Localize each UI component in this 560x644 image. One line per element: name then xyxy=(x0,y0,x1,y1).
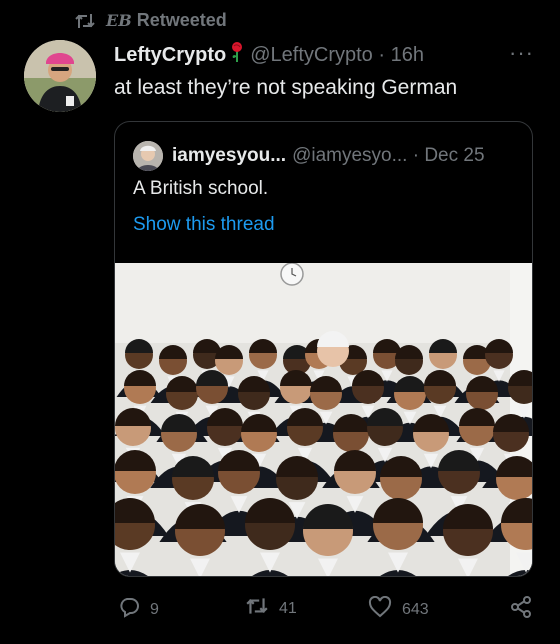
retweeter-name[interactable]: EB xyxy=(106,11,132,30)
reply-icon xyxy=(118,596,140,623)
author-handle[interactable]: @LeftyCrypto xyxy=(250,44,373,67)
tweet-text: at least they’re not speaking German xyxy=(114,76,458,99)
retweet-label: Retweeted xyxy=(136,10,227,30)
tweet-time[interactable]: 16h xyxy=(391,44,424,67)
share-icon xyxy=(510,596,532,623)
retweet-count: 41 xyxy=(279,599,297,617)
like-button[interactable]: 643 xyxy=(368,595,429,623)
separator-dot: · xyxy=(407,145,425,166)
quoted-tweet-date: Dec 25 xyxy=(424,145,485,166)
reply-button[interactable]: 9 xyxy=(118,596,159,623)
tweet-actions: 9 41 643 xyxy=(0,595,560,624)
quoted-author-avatar xyxy=(133,141,163,171)
quoted-tweet-text: A British school. xyxy=(133,178,269,199)
quoted-tweet-header: iamyesyou... @iamyesyo... · Dec 25 xyxy=(133,141,485,171)
retweet-button[interactable]: 41 xyxy=(245,596,297,621)
separator-dot: · xyxy=(372,43,391,66)
retweet-icon xyxy=(245,596,269,621)
quoted-author-name: iamyesyou... xyxy=(172,145,287,166)
retweet-context: EB Retweeted xyxy=(74,10,227,31)
quoted-tweet-photo[interactable] xyxy=(115,263,532,576)
quoted-author-handle: @iamyesyo... xyxy=(292,145,408,166)
rose-icon xyxy=(230,42,244,68)
show-thread-link[interactable]: Show this thread xyxy=(133,214,275,236)
share-button[interactable] xyxy=(510,596,532,623)
quoted-tweet[interactable]: iamyesyou... @iamyesyo... · Dec 25 A Bri… xyxy=(114,121,533,577)
like-count: 643 xyxy=(402,600,429,618)
retweet-icon xyxy=(74,12,96,30)
reply-count: 9 xyxy=(150,600,159,618)
more-icon[interactable]: ··· xyxy=(509,40,534,66)
tweet-header: LeftyCrypto @LeftyCrypto · 16h xyxy=(114,42,424,68)
author-avatar[interactable] xyxy=(24,40,96,112)
author-display-name[interactable]: LeftyCrypto xyxy=(114,44,226,67)
like-icon xyxy=(368,595,392,623)
